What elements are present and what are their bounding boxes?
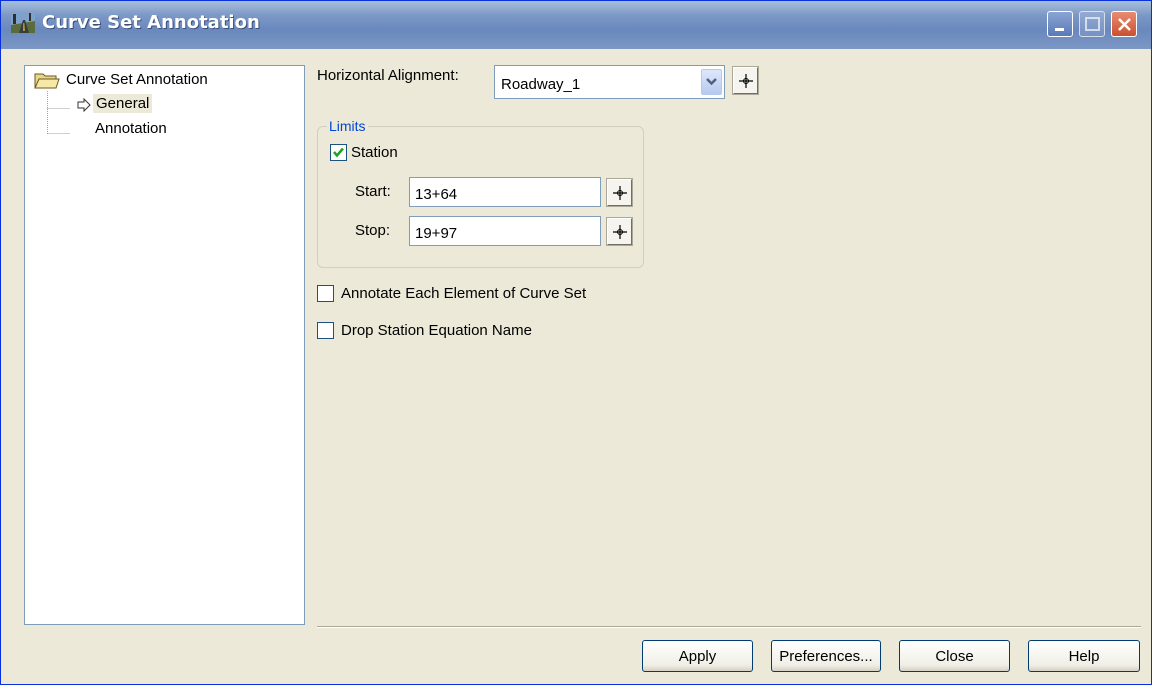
drop-equation-label: Drop Station Equation Name — [341, 322, 532, 339]
start-station-input[interactable]: 13+64 — [409, 177, 601, 207]
stop-station-input[interactable]: 19+97 — [409, 216, 601, 246]
tree-item-label: Annotation — [95, 120, 167, 137]
pick-start-button[interactable] — [606, 178, 633, 207]
tree-item-label: General — [96, 95, 150, 112]
annotate-each-label: Annotate Each Element of Curve Set — [341, 285, 587, 302]
tree-root-label: Curve Set Annotation — [66, 71, 208, 88]
start-value: 13+64 — [415, 186, 458, 203]
navigation-tree[interactable]: Curve Set Annotation General Annotation — [24, 65, 305, 625]
alignment-label: Horizontal Alignment: — [317, 67, 459, 84]
maximize-icon — [1085, 17, 1100, 31]
tree-item-annotation[interactable]: Annotation — [95, 120, 167, 137]
title-bar[interactable]: Curve Set Annotation — [1, 1, 1151, 49]
minimize-button[interactable] — [1047, 11, 1073, 37]
stop-label: Stop: — [355, 222, 391, 239]
alignment-select[interactable]: Roadway_1 — [494, 65, 725, 99]
pick-stop-button[interactable] — [606, 217, 633, 246]
limits-legend: Limits — [327, 118, 368, 134]
crosshair-icon — [613, 225, 627, 239]
checkmark-icon — [333, 147, 344, 158]
annotate-each-checkbox[interactable] — [317, 285, 334, 302]
button-separator — [317, 626, 1141, 628]
pick-alignment-button[interactable] — [732, 66, 759, 95]
crosshair-icon — [613, 186, 627, 200]
window-title: Curve Set Annotation — [42, 12, 260, 33]
close-icon — [1118, 18, 1131, 31]
tree-item-general[interactable]: General — [93, 94, 153, 113]
folder-open-icon — [34, 70, 60, 94]
alignment-value: Roadway_1 — [501, 76, 581, 93]
help-button[interactable]: Help — [1028, 640, 1140, 672]
dropdown-button[interactable] — [701, 69, 722, 95]
arrow-right-icon — [77, 97, 91, 116]
chevron-down-icon — [706, 78, 717, 86]
stop-value: 19+97 — [415, 225, 458, 242]
maximize-button[interactable] — [1079, 11, 1105, 37]
road-app-icon — [11, 11, 35, 35]
station-checkbox[interactable] — [330, 144, 347, 161]
close-button[interactable]: Close — [899, 640, 1010, 672]
start-label: Start: — [355, 183, 391, 200]
crosshair-icon — [739, 74, 753, 88]
preferences-button[interactable]: Preferences... — [771, 640, 881, 672]
drop-equation-checkbox[interactable] — [317, 322, 334, 339]
apply-button[interactable]: Apply — [642, 640, 753, 672]
minimize-icon — [1055, 28, 1064, 31]
close-window-button[interactable] — [1111, 11, 1137, 37]
station-label: Station — [351, 144, 398, 161]
dialog-window: Curve Set Annotation Curve Set Annotatio… — [0, 0, 1152, 685]
